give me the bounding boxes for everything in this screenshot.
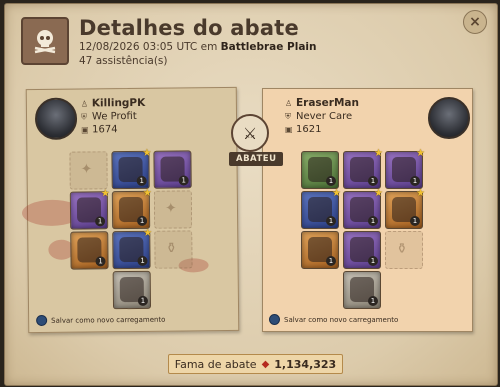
- item-power-icon: ▣: [285, 125, 293, 134]
- skull-icon: [21, 17, 69, 65]
- killer-save-loadout-label[interactable]: Salvar como novo carregamento: [51, 315, 165, 324]
- killer-slot-potion[interactable]: ⚱: [154, 230, 193, 269]
- victim-guild[interactable]: Never Care: [296, 110, 352, 123]
- enchant-star-icon: ★: [142, 187, 152, 199]
- victim-slot-armor[interactable]: 1 ★: [343, 188, 383, 229]
- kill-fame-value: 1,134,323: [274, 357, 337, 371]
- player-icon: ♙: [80, 99, 89, 109]
- killer-slot-mount[interactable]: 1: [112, 270, 152, 310]
- victim-slot-shoes[interactable]: 1: [343, 231, 381, 269]
- empty-potion-icon: ⚱: [165, 240, 178, 257]
- item-quantity: 1: [136, 175, 147, 186]
- empty-potion-icon: ⚱: [396, 241, 408, 257]
- victim-save-loadout[interactable]: Salvar como novo carregamento: [269, 314, 398, 325]
- save-loadout-icon[interactable]: [36, 314, 48, 327]
- kill-details-dialog: Detalhes do abate 12/08/2026 03:05 UTC e…: [4, 3, 498, 386]
- kill-fame-label: Fama de abate: [174, 357, 257, 371]
- killer-slot-food[interactable]: 1: [70, 231, 109, 270]
- killer-slot-main-hand[interactable]: 1 ★: [69, 188, 110, 230]
- item-quantity: 1: [178, 175, 189, 186]
- close-icon[interactable]: ×: [469, 14, 481, 30]
- item-quantity: 1: [137, 255, 148, 266]
- kill-location: Battlebrae Plain: [220, 41, 317, 53]
- item-quantity: 1: [95, 216, 106, 227]
- assists-count: 47 assistência(s): [79, 55, 168, 67]
- kill-fame-bar: Fama de abate ◆ 1,134,323: [168, 354, 343, 374]
- victim-save-loadout-label[interactable]: Salvar como novo carregamento: [284, 316, 398, 324]
- victim-slot-main-hand[interactable]: 1 ★: [301, 188, 341, 229]
- enchant-star-icon: ★: [416, 148, 425, 159]
- victim-slot-bag[interactable]: 1: [301, 151, 339, 189]
- killer-slot-off-hand[interactable]: ✦: [153, 190, 193, 229]
- enchant-star-icon: ★: [332, 188, 341, 199]
- kill-datetime: 12/08/2026 03:05 UTC em: [79, 41, 218, 53]
- item-quantity: 1: [410, 216, 420, 226]
- killer-equipment-grid: ✦ 1 ★ 1 1 ★ 1 ★ ✦ 1 1 ★ ⚱ 1: [27, 88, 236, 310]
- guild-icon: ⛨: [80, 112, 88, 122]
- victim-info: ♙ EraserMan ⛨ Never Care ▣ 1621: [285, 97, 359, 136]
- victim-name[interactable]: EraserMan: [296, 97, 359, 110]
- enchant-star-icon: ★: [142, 147, 152, 159]
- item-quantity: 1: [368, 296, 378, 306]
- victim-panel: ♙ EraserMan ⛨ Never Care ▣ 1621 1 1 ★ 1 ★ 1 ★ 1 ★ 1 ★…: [262, 88, 473, 332]
- item-quantity: 1: [410, 176, 420, 186]
- killer-avatar[interactable]: [34, 97, 78, 141]
- killer-slot-armor[interactable]: 1 ★: [111, 187, 152, 230]
- enchant-star-icon: ★: [143, 227, 153, 239]
- killer-slot-head[interactable]: 1 ★: [111, 147, 152, 190]
- victim-item-power: 1621: [296, 124, 322, 135]
- item-quantity: 1: [95, 256, 106, 267]
- victim-slot-potion[interactable]: ⚱: [385, 231, 423, 269]
- victim-slot-cape[interactable]: 1 ★: [385, 148, 425, 189]
- killed-label: ABATEU: [229, 152, 284, 166]
- item-quantity: 1: [326, 256, 336, 266]
- killer-panel: ♙ KillingPK ⛨ We Profit ▣ 1674 ✦ 1 ★ 1 1 ★ 1 ★ ✦ 1 1 ★…: [21, 86, 240, 334]
- killer-info: ♙ KillingPK ⛨ We Profit ▣ 1674: [81, 97, 146, 137]
- empty-off-hand-icon: ✦: [164, 200, 177, 217]
- enchant-star-icon: ★: [416, 188, 425, 199]
- victim-slot-mount[interactable]: 1: [343, 271, 381, 309]
- enchant-star-icon: ★: [374, 148, 383, 159]
- item-quantity: 1: [368, 176, 378, 186]
- item-quantity: 1: [368, 256, 378, 266]
- empty-bag-icon: ✦: [80, 161, 93, 178]
- item-quantity: 1: [137, 215, 148, 226]
- guild-icon: ⛨: [285, 112, 291, 121]
- item-quantity: 1: [326, 216, 336, 226]
- killer-item-power: 1674: [92, 124, 118, 136]
- victim-avatar[interactable]: [428, 97, 470, 139]
- item-quantity: 1: [326, 176, 336, 186]
- enchant-star-icon: ★: [374, 188, 383, 199]
- victim-slot-off-hand[interactable]: 1 ★: [385, 188, 425, 229]
- killer-slot-cape[interactable]: 1: [153, 150, 192, 189]
- dialog-title: Detalhes do abate: [79, 16, 299, 40]
- enchant-star-icon: ★: [100, 188, 110, 200]
- killer-guild[interactable]: We Profit: [92, 110, 137, 123]
- item-quantity: 1: [137, 295, 149, 306]
- killer-slot-shoes[interactable]: 1 ★: [112, 227, 153, 270]
- kill-timestamp-line: 12/08/2026 03:05 UTC em Battlebrae Plain: [79, 41, 317, 53]
- killer-save-loadout[interactable]: Salvar como novo carregamento: [36, 314, 165, 327]
- close-button[interactable]: ×: [463, 10, 487, 34]
- player-icon: ♙: [285, 99, 293, 108]
- killer-slot-bag[interactable]: ✦: [69, 151, 108, 190]
- victim-slot-food[interactable]: 1: [301, 231, 339, 269]
- item-power-icon: ▣: [81, 125, 89, 135]
- crossed-swords-icon: ⚔: [231, 114, 269, 152]
- item-quantity: 1: [368, 216, 378, 226]
- fame-gem-icon: ◆: [261, 358, 270, 370]
- killer-name[interactable]: KillingPK: [92, 97, 145, 111]
- save-loadout-icon[interactable]: [269, 314, 280, 325]
- victim-slot-head[interactable]: 1 ★: [343, 148, 383, 189]
